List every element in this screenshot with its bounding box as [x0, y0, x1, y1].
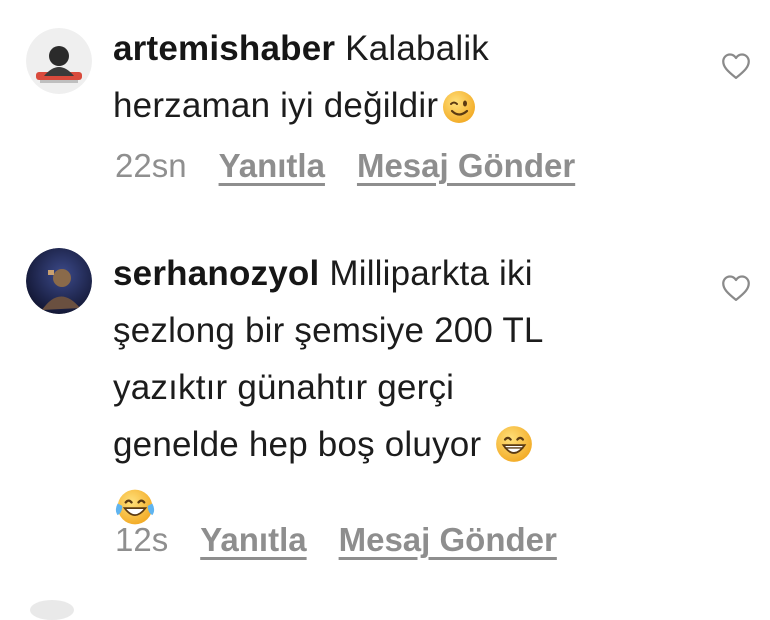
comment-meta: 12s Yanıtla Mesaj Gönder [115, 520, 589, 560]
next-avatar-partial [30, 600, 74, 620]
comment-body: serhanozyol Milliparkta iki şezlong bir … [113, 245, 544, 544]
send-message-button[interactable]: Mesaj Gönder [339, 521, 557, 558]
comment-timestamp: 12s [115, 521, 169, 558]
comment-item: serhanozyol Milliparkta iki şezlong bir … [0, 0, 770, 600]
heart-outline-icon[interactable] [721, 274, 751, 302]
comment-text-line: genelde hep boş oluyor [113, 425, 482, 464]
comment-text-line: yazıktır günahtır gerçi [113, 368, 455, 407]
avatar[interactable] [26, 248, 92, 314]
comment-text-line: Milliparkta iki [329, 254, 533, 293]
reply-button[interactable]: Yanıtla [200, 521, 306, 558]
grinning-face-emoji-icon [495, 423, 533, 480]
comment-text-line: şezlong bir şemsiye 200 TL [113, 311, 544, 350]
comment-username[interactable]: serhanozyol [113, 254, 319, 293]
